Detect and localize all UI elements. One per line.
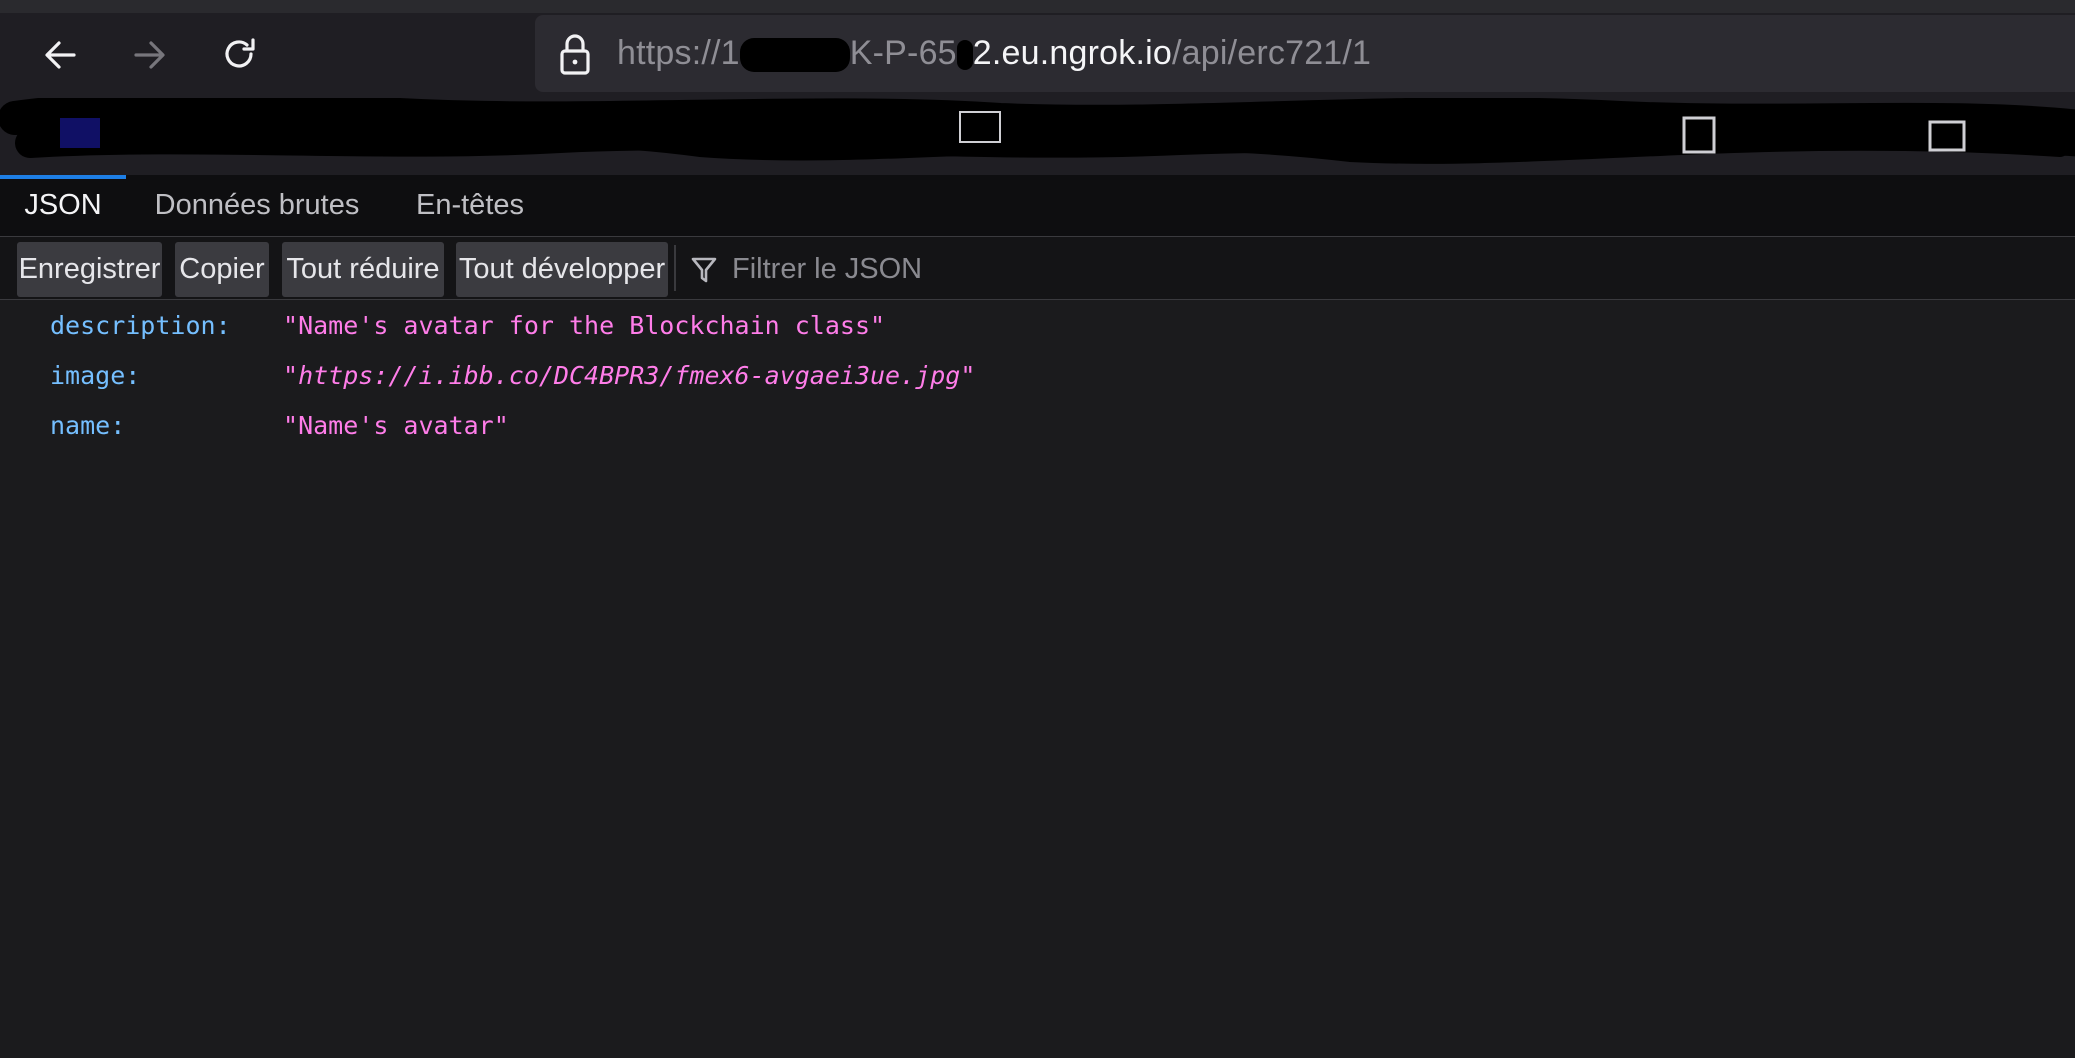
redaction-scribble [0,98,2075,164]
bookmarks-bar [0,98,2075,175]
json-toolbar: Enregistrer Copier Tout réduire Tout dév… [0,237,2075,300]
tab-raw-data[interactable]: Données brutes [152,175,362,236]
save-button[interactable]: Enregistrer [17,242,162,297]
viewer-tab-bar: JSON Données brutes En-têtes [0,175,2075,237]
filter-json-input[interactable] [730,252,1634,287]
json-url-value[interactable]: "https://i.ibb.co/DC4BPR3/fmex6-avgaei3u… [283,361,975,390]
window-top-strip [0,0,2075,14]
back-arrow-icon [45,41,76,69]
lock-icon[interactable] [559,32,591,76]
json-key: description: [50,310,231,340]
filter-field[interactable] [690,242,2075,297]
url-redaction-2 [956,40,973,71]
url-redaction [739,38,850,73]
tab-headers[interactable]: En-têtes [412,175,528,236]
address-bar[interactable]: https://1 K-P-65 2.eu.ngrok.io/api/erc721/… [535,15,2075,92]
json-key: image: [50,360,141,390]
toolbar-divider [674,245,676,291]
collapse-all-button[interactable]: Tout réduire [282,242,444,297]
json-key: name: [50,410,126,440]
tab-json[interactable]: JSON [0,175,126,236]
filter-funnel-icon [690,255,718,285]
forward-button[interactable] [117,27,183,83]
expand-all-button[interactable]: Tout développer [456,242,668,297]
reload-icon [225,38,255,68]
reload-button[interactable] [207,27,273,83]
json-row[interactable]: description: "Name's avatar for the Bloc… [0,301,2075,349]
back-button[interactable] [27,27,93,83]
json-tree: description: "Name's avatar for the Bloc… [0,300,2075,1058]
browser-window: https://1 K-P-65 2.eu.ngrok.io/api/erc721/… [0,0,2075,1058]
json-row[interactable]: image: "https://i.ibb.co/DC4BPR3/fmex6-a… [0,351,2075,399]
json-string-value: "Name's avatar for the Blockchain class" [283,310,886,340]
navigation-bar: https://1 K-P-65 2.eu.ngrok.io/api/erc721/… [0,13,2075,98]
forward-arrow-icon [134,41,165,69]
json-string-value: "Name's avatar" [283,410,509,440]
url-text: https://1 K-P-65 2.eu.ngrok.io/api/erc721/… [617,34,1372,73]
copy-button[interactable]: Copier [175,242,269,297]
json-row[interactable]: name: "Name's avatar" [0,401,2075,449]
